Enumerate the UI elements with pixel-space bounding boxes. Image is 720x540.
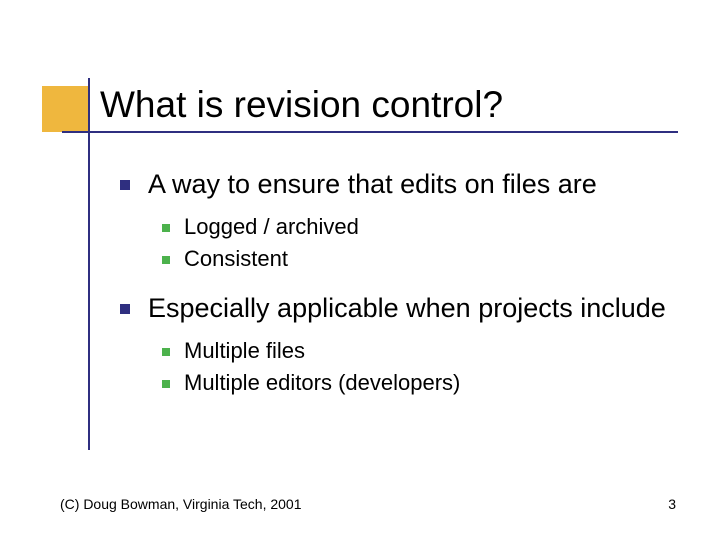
square-bullet-icon (162, 348, 170, 356)
sub-bullet-group: Logged / archived Consistent (162, 214, 680, 272)
accent-square (42, 86, 88, 132)
footer-copyright: (C) Doug Bowman, Virginia Tech, 2001 (60, 496, 302, 512)
bullet-text: Consistent (184, 246, 288, 272)
bullet-level2: Logged / archived (162, 214, 680, 240)
bullet-level2: Consistent (162, 246, 680, 272)
bullet-text: A way to ensure that edits on files are (148, 168, 597, 202)
square-bullet-icon (120, 304, 130, 314)
square-bullet-icon (162, 224, 170, 232)
vertical-rule (88, 78, 90, 450)
bullet-level2: Multiple editors (developers) (162, 370, 680, 396)
bullet-level1: A way to ensure that edits on files are (120, 168, 680, 202)
square-bullet-icon (162, 380, 170, 388)
bullet-text: Multiple files (184, 338, 305, 364)
horizontal-rule (62, 131, 678, 133)
square-bullet-icon (120, 180, 130, 190)
bullet-level1: Especially applicable when projects incl… (120, 292, 680, 326)
sub-bullet-group: Multiple files Multiple editors (develop… (162, 338, 680, 396)
square-bullet-icon (162, 256, 170, 264)
bullet-level2: Multiple files (162, 338, 680, 364)
page-number: 3 (668, 496, 676, 512)
slide-title: What is revision control? (100, 84, 503, 126)
bullet-text: Multiple editors (developers) (184, 370, 460, 396)
bullet-text: Especially applicable when projects incl… (148, 292, 666, 326)
slide-body: A way to ensure that edits on files are … (120, 168, 680, 416)
bullet-text: Logged / archived (184, 214, 359, 240)
